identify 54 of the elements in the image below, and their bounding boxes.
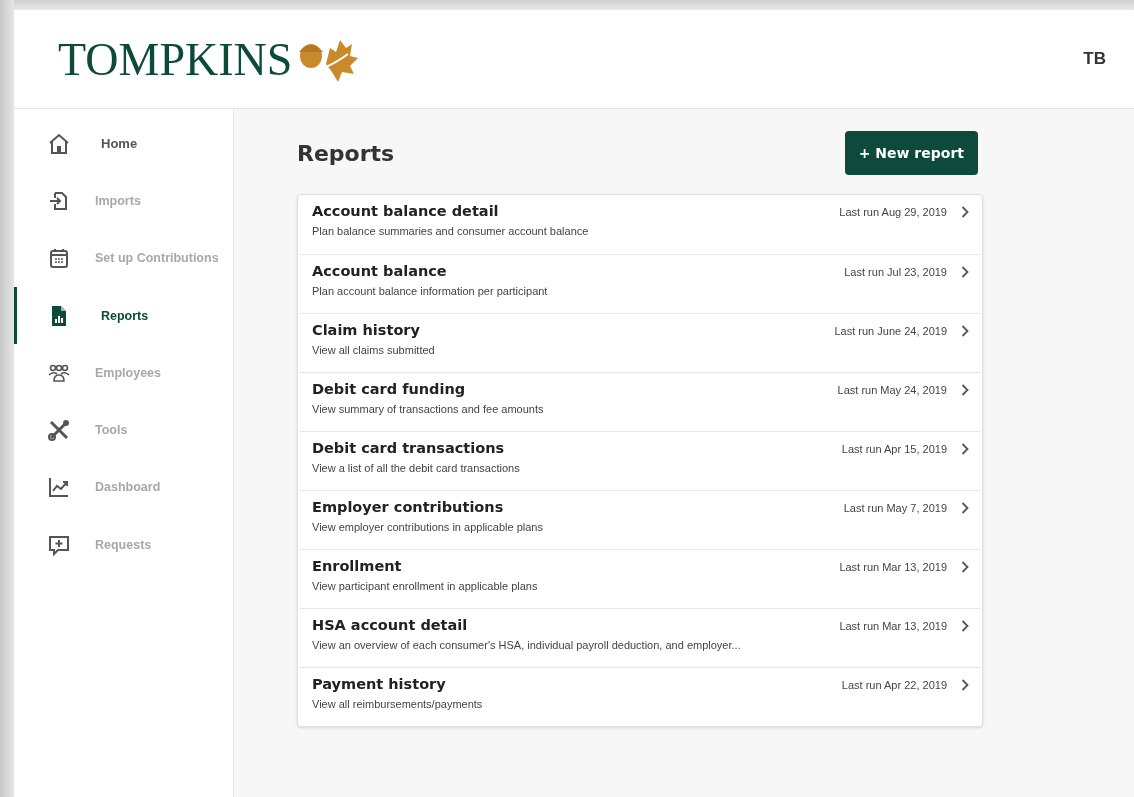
logo-wordmark: TOMPKINS — [58, 32, 293, 86]
chevron-right-icon — [961, 384, 969, 396]
report-description: View participant enrollment in applicable plans — [312, 580, 538, 592]
report-row[interactable]: Payment history View all reimbursements/payments Last run Apr 22, 2019 — [299, 667, 981, 726]
page-title: Reports — [297, 140, 395, 166]
chevron-right-icon — [961, 443, 969, 455]
home-icon — [47, 131, 71, 156]
chevron-right-icon — [961, 502, 969, 514]
last-run-date: Last run Jul 23, 2019 — [844, 266, 947, 278]
calendar-icon — [47, 246, 71, 271]
report-name: Debit card funding — [312, 381, 467, 397]
report-description: View all reimbursements/payments — [312, 698, 483, 710]
report-name: Claim history — [312, 322, 421, 338]
report-description: View a list of all the debit card transactions — [312, 462, 520, 474]
last-run-date: Last run June 24, 2019 — [834, 325, 947, 337]
report-name: Account balance — [312, 263, 448, 279]
report-name: Payment history — [312, 676, 447, 692]
report-description: View an overview of each consumer's HSA, individual payroll deduction, and employer... — [312, 639, 741, 651]
chevron-right-icon — [961, 620, 969, 632]
last-run-date: Last run May 7, 2019 — [843, 502, 947, 514]
report-description: View employer contributions in applicable plans — [312, 521, 543, 533]
report-row[interactable]: HSA account detail View an overview of each consumer's HSA, individual payroll deduction, and employer... Last run Mar 13, 2019 — [299, 608, 981, 667]
report-row[interactable]: Enrollment View participant enrollment in applicable plans Last run Mar 13, 2019 — [299, 549, 981, 608]
chevron-right-icon — [961, 266, 969, 278]
new-report-button[interactable]: + New report — [844, 131, 978, 175]
chevron-right-icon — [961, 325, 969, 337]
chevron-right-icon — [961, 561, 969, 573]
last-run-date: Last run Mar 13, 2019 — [839, 561, 947, 573]
user-initials[interactable]: TB — [1083, 49, 1106, 69]
last-run-date: Last run Aug 29, 2019 — [839, 206, 947, 218]
report-row[interactable]: Debit card transactions View a list of all the debit card transactions Last run Apr 15, 2019 — [299, 431, 981, 490]
last-run-date: Last run Apr 22, 2019 — [841, 679, 947, 691]
last-run-date: Last run Apr 15, 2019 — [841, 443, 947, 455]
report-name: Debit card transactions — [312, 440, 506, 456]
last-run-date: Last run May 24, 2019 — [837, 384, 947, 396]
report-description: Plan account balance information per participant — [312, 285, 548, 297]
chevron-right-icon — [961, 206, 969, 218]
report-description: Plan balance summaries and consumer account balance — [312, 225, 589, 237]
report-name: Employer contributions — [312, 499, 505, 515]
report-row[interactable]: Debit card funding View summary of transactions and fee amounts Last run May 24, 2019 — [299, 372, 981, 431]
report-name: HSA account detail — [312, 617, 469, 633]
report-row[interactable]: Employer contributions View employer contributions in applicable plans Last run May 7, 2019 — [299, 490, 981, 549]
chart-icon — [47, 475, 71, 500]
chevron-right-icon — [961, 679, 969, 691]
report-name: Enrollment — [312, 558, 403, 574]
report-row[interactable]: Account balance Plan account balance information per participant Last run Jul 23, 2019 — [299, 254, 981, 313]
last-run-date: Last run Mar 13, 2019 — [839, 620, 947, 632]
report-row[interactable]: Claim history View all claims submitted Last run June 24, 2019 — [299, 313, 981, 372]
tools-icon — [47, 418, 71, 443]
report-description: View all claims submitted — [312, 344, 435, 356]
report-row[interactable]: Account balance detail Plan balance summaries and consumer account balance Last run Aug 29, 2019 — [299, 195, 981, 254]
report-description: View summary of transactions and fee amounts — [312, 403, 544, 415]
report-name: Account balance detail — [312, 203, 500, 219]
sidebar-item[interactable]: Home — [14, 115, 233, 173]
